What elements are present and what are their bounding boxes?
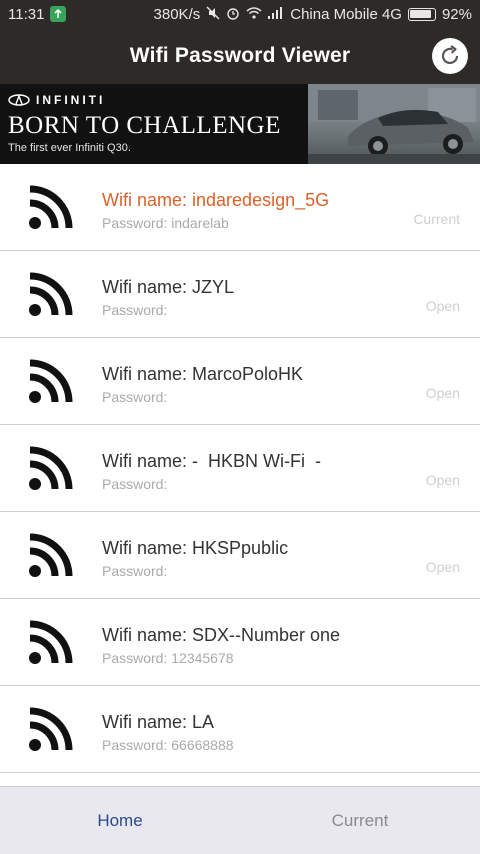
signal-icon — [268, 6, 284, 22]
wifi-status: Current — [413, 211, 460, 227]
battery-percent: 92% — [441, 5, 472, 23]
wifi-name: Wifi name: JZYL — [102, 277, 235, 297]
wifi-password: Password: — [102, 389, 168, 405]
refresh-button[interactable] — [432, 38, 468, 74]
wifi-password: Password: indarelab — [102, 215, 229, 231]
wifi-signal-icon — [28, 619, 74, 665]
wifi-status: Open — [425, 559, 460, 575]
wifi-status-icon — [246, 6, 262, 22]
wifi-password: Password: — [102, 302, 168, 318]
nav-tab-current[interactable]: Current — [240, 787, 480, 854]
wifi-name: Wifi name: LA — [102, 712, 215, 732]
ad-brand: INFINITI — [36, 93, 106, 107]
status-time: 11:31 — [8, 5, 45, 23]
wifi-password: Password: 66668888 — [102, 737, 234, 753]
usb-debug-icon — [50, 6, 67, 22]
wifi-signal-icon — [28, 358, 74, 404]
battery-icon — [407, 7, 436, 21]
wifi-row[interactable]: Wifi name: JZYL Password: Open — [0, 251, 480, 338]
carrier-name: China Mobile 4G — [290, 5, 402, 23]
alarm-icon — [226, 6, 240, 23]
network-speed: 380K/s — [153, 5, 201, 23]
wifi-row[interactable]: Wifi name: indaredesign_5G Password: inda… — [0, 164, 480, 251]
wifi-signal-icon — [28, 445, 74, 491]
ad-car-image — [308, 84, 480, 164]
wifi-row[interactable]: Wifi name: LA Password: 66668888 — [0, 686, 480, 773]
refresh-icon — [441, 45, 459, 65]
ad-banner[interactable]: INFINITI BORN TO CHALLENGE The first eve… — [0, 84, 480, 164]
ad-logo: INFINITI — [8, 93, 105, 107]
status-bar: 11:31 380K/s China Mobile 4G 92% — [0, 0, 480, 28]
app-title: Wifi Password Viewer — [129, 44, 351, 67]
wifi-list: Wifi name: indaredesign_5G Password: inda… — [0, 164, 480, 786]
wifi-password: Password: — [102, 563, 168, 579]
wifi-status: Open — [425, 298, 460, 314]
ad-headline: BORN TO CHALLENGE — [8, 112, 281, 139]
app-bar: Wifi Password Viewer — [0, 28, 480, 84]
wifi-row[interactable]: Wifi name: - HKBN Wi-Fi - Password: Open — [0, 425, 480, 512]
wifi-signal-icon — [28, 532, 74, 578]
wifi-signal-icon — [28, 706, 74, 752]
ad-subline: The first ever Infiniti Q30. — [8, 142, 131, 154]
wifi-password: Password: 12345678 — [102, 650, 234, 666]
wifi-row[interactable]: Wifi name: SDX--Number one Password: 1234… — [0, 599, 480, 686]
bottom-nav: Home Current — [0, 786, 480, 854]
wifi-password: Password: — [102, 476, 168, 492]
wifi-name: Wifi name: indaredesign_5G — [102, 190, 330, 210]
infiniti-logo-icon — [8, 94, 30, 106]
wifi-name: Wifi name: HKSPpublic — [102, 538, 289, 558]
wifi-status: Open — [425, 385, 460, 401]
wifi-name: Wifi name: SDX--Number one — [102, 625, 341, 645]
wifi-signal-icon — [28, 271, 74, 317]
wifi-name: Wifi name: - HKBN Wi-Fi - — [102, 451, 321, 471]
wifi-row[interactable]: Wifi name: MarcoPoloHK Password: Open — [0, 338, 480, 425]
wifi-signal-icon — [28, 184, 74, 230]
nav-tab-home[interactable]: Home — [0, 787, 240, 854]
wifi-name: Wifi name: MarcoPoloHK — [102, 364, 304, 384]
wifi-status: Open — [425, 472, 460, 488]
wifi-row[interactable]: Wifi name: HKSPpublic Password: Open — [0, 512, 480, 599]
mute-icon — [206, 6, 220, 23]
